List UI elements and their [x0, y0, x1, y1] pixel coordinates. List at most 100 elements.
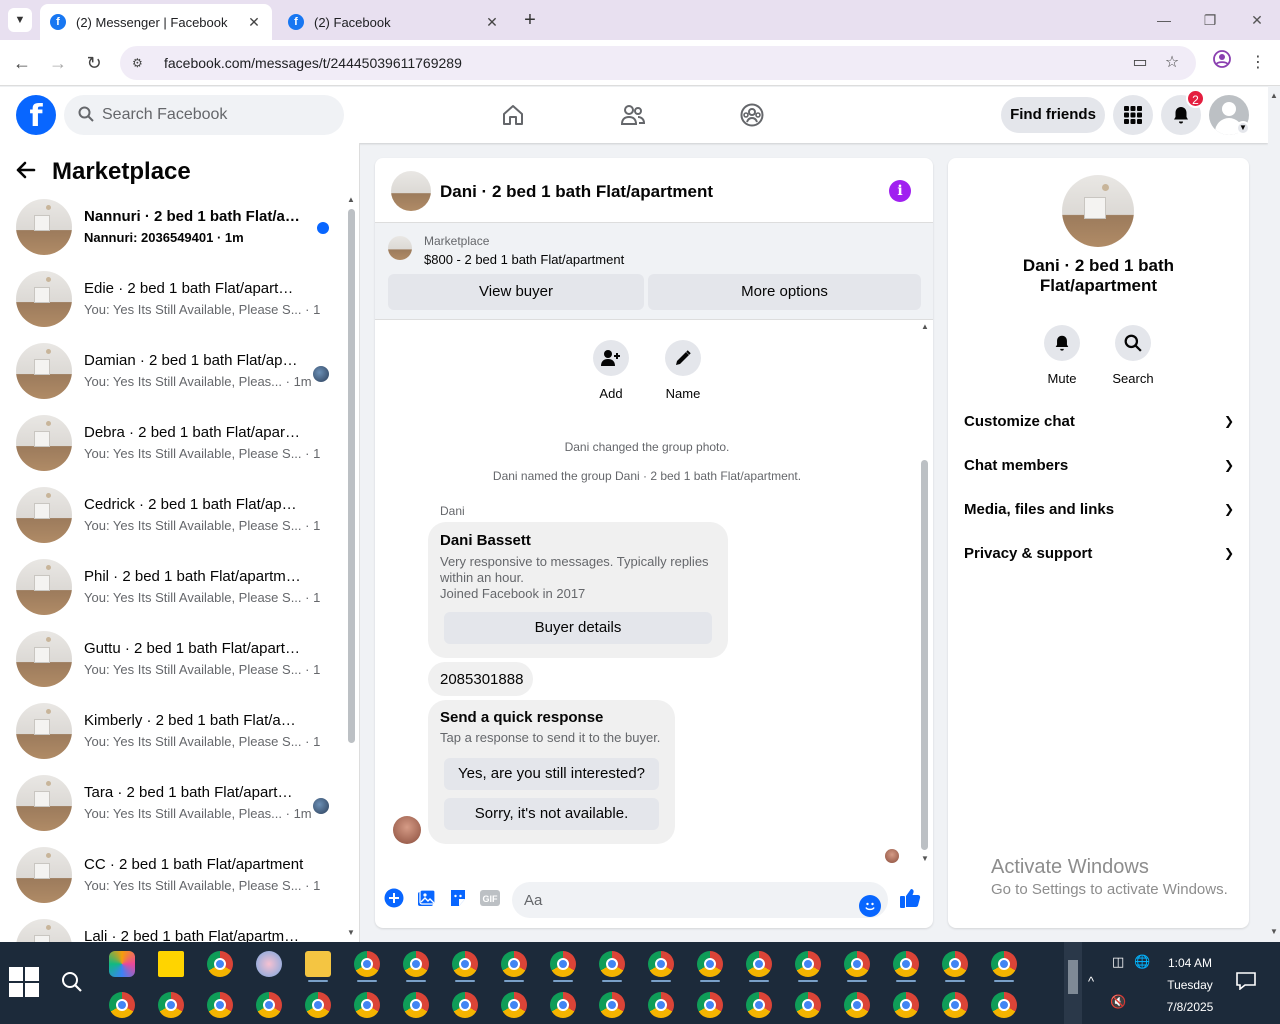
copilot-icon[interactable] — [109, 951, 135, 977]
chrome-icon[interactable] — [893, 992, 919, 1018]
scrollbar-thumb[interactable] — [348, 209, 355, 743]
chrome-icon[interactable] — [550, 951, 576, 977]
find-friends-button[interactable]: Find friends — [1001, 97, 1105, 133]
info-icon[interactable]: i — [889, 180, 911, 202]
conversation-item[interactable]: Nannuri · 2 bed 1 bath Flat/apartment Nan… — [0, 195, 346, 267]
bookmark-star-icon[interactable]: ☆ — [1159, 50, 1185, 76]
search-input[interactable] — [102, 106, 322, 124]
chrome-icon[interactable] — [452, 992, 478, 1018]
plus-circle-icon[interactable] — [382, 886, 406, 910]
sidebar-scrollbar[interactable]: ▲ ▼ — [347, 195, 355, 940]
notification-center-icon[interactable] — [1236, 972, 1258, 992]
sender-avatar[interactable] — [393, 816, 421, 844]
chrome-icon[interactable] — [158, 992, 184, 1018]
chrome-icon[interactable] — [550, 992, 576, 1018]
address-bar[interactable]: ⚙ facebook.com/messages/t/24445039611769… — [120, 46, 1196, 80]
forward-arrow-icon[interactable]: → — [45, 50, 71, 76]
chrome-icon[interactable] — [746, 951, 772, 977]
chrome-icon[interactable] — [942, 951, 968, 977]
paint-icon[interactable] — [256, 951, 282, 977]
name-group-action[interactable]: Name — [653, 340, 713, 401]
facebook-logo-icon[interactable]: f — [16, 95, 56, 135]
chrome-icon[interactable] — [844, 992, 870, 1018]
chrome-icon[interactable] — [452, 951, 478, 977]
sticker-icon[interactable] — [446, 886, 470, 910]
system-clock[interactable]: 1:04 AM Tuesday 7/8/2025 — [1150, 952, 1230, 1018]
chrome-icon[interactable] — [942, 992, 968, 1018]
scroll-up-arrow-icon[interactable]: ▲ — [921, 322, 929, 331]
chrome-icon[interactable] — [893, 951, 919, 977]
taskbar-search-icon[interactable] — [56, 966, 88, 998]
message-input[interactable] — [524, 891, 844, 909]
tray-chevron-up-icon[interactable]: ^ — [1088, 974, 1094, 989]
chat-title[interactable]: Dani · 2 bed 1 bath Flat/apartment — [440, 182, 713, 202]
conversation-item[interactable]: Lali · 2 bed 1 bath Flat/apartment — [0, 915, 346, 942]
group-photo-large[interactable] — [1062, 175, 1134, 247]
chrome-icon[interactable] — [207, 992, 233, 1018]
site-settings-icon[interactable]: ⚙ — [132, 56, 150, 70]
chrome-icon[interactable] — [403, 951, 429, 977]
add-people-action[interactable]: Add — [581, 340, 641, 401]
message-input-box[interactable] — [512, 882, 888, 918]
conversation-item[interactable]: Damian · 2 bed 1 bath Flat/apartment You:… — [0, 339, 346, 411]
chrome-icon[interactable] — [109, 992, 135, 1018]
browser-menu-icon[interactable]: ⋮ — [1245, 50, 1271, 76]
search-action[interactable]: Search — [1103, 325, 1163, 386]
conversation-item[interactable]: Debra · 2 bed 1 bath Flat/apartment You: … — [0, 411, 346, 483]
new-tab-plus-icon[interactable]: + — [518, 8, 542, 32]
scroll-up-arrow-icon[interactable]: ▲ — [347, 195, 355, 204]
scroll-down-arrow-icon[interactable]: ▼ — [921, 854, 929, 863]
privacy-support-section[interactable]: Privacy & support ❯ — [964, 541, 1234, 565]
window-close-icon[interactable]: ✕ — [1245, 8, 1269, 32]
scrollbar-thumb[interactable] — [921, 460, 928, 850]
facebook-search[interactable] — [64, 95, 344, 135]
back-arrow-icon[interactable] — [16, 158, 36, 186]
photo-icon[interactable] — [414, 886, 438, 910]
conversation-item[interactable]: Phil · 2 bed 1 bath Flat/apartment You: Y… — [0, 555, 346, 627]
chrome-icon[interactable] — [599, 951, 625, 977]
chrome-icon[interactable] — [795, 992, 821, 1018]
view-buyer-button[interactable]: View buyer — [388, 274, 644, 310]
chrome-icon[interactable] — [305, 992, 331, 1018]
speaker-muted-icon[interactable]: 🔇 — [1110, 994, 1126, 1010]
quick-response-interested-button[interactable]: Yes, are you still interested? — [444, 758, 659, 790]
tab-search-chevron-icon[interactable]: ▼ — [8, 8, 32, 32]
listing-thumbnail[interactable] — [388, 236, 412, 260]
close-icon[interactable]: ✕ — [484, 14, 500, 31]
chat-scrollbar[interactable]: ▲ ▼ — [919, 320, 931, 868]
close-icon[interactable]: ✕ — [246, 14, 262, 31]
chrome-icon[interactable] — [256, 992, 282, 1018]
scroll-up-arrow-icon[interactable]: ▲ — [1270, 91, 1278, 100]
tray-device-icon[interactable]: ◫ — [1112, 954, 1124, 970]
chrome-icon[interactable] — [501, 992, 527, 1018]
conversation-item[interactable]: Tara · 2 bed 1 bath Flat/apartment You: Y… — [0, 771, 346, 843]
conversation-item[interactable]: Guttu · 2 bed 1 bath Flat/apartment You: … — [0, 627, 346, 699]
chrome-icon[interactable] — [746, 992, 772, 1018]
sticky-notes-icon[interactable] — [158, 951, 184, 977]
emoji-icon[interactable] — [859, 895, 881, 917]
conversation-item[interactable]: Kimberly · 2 bed 1 bath Flat/apartment Yo… — [0, 699, 346, 771]
page-scrollbar[interactable]: ▲ ▼ — [1268, 87, 1280, 942]
customize-chat-section[interactable]: Customize chat ❯ — [964, 409, 1234, 433]
scroll-down-arrow-icon[interactable]: ▼ — [347, 928, 355, 937]
menu-grid-icon[interactable] — [1113, 95, 1153, 135]
profile-icon[interactable] — [1209, 50, 1235, 76]
conversation-item[interactable]: CC · 2 bed 1 bath Flat/apartment You: Yes… — [0, 843, 346, 915]
reload-icon[interactable]: ↻ — [81, 50, 107, 76]
browser-tab-messenger[interactable]: f (2) Messenger | Facebook ✕ — [40, 4, 272, 40]
mute-action[interactable]: Mute — [1032, 325, 1092, 386]
quick-response-not-available-button[interactable]: Sorry, it's not available. — [444, 798, 659, 830]
media-files-links-section[interactable]: Media, files and links ❯ — [964, 497, 1234, 521]
windows-start-icon[interactable] — [8, 966, 40, 998]
chrome-icon[interactable] — [403, 992, 429, 1018]
chrome-icon[interactable] — [991, 992, 1017, 1018]
chrome-icon[interactable] — [354, 992, 380, 1018]
groups-icon[interactable] — [736, 99, 768, 131]
thumbs-up-icon[interactable] — [898, 886, 922, 910]
group-photo[interactable] — [391, 171, 431, 211]
back-arrow-icon[interactable]: ← — [9, 50, 35, 76]
browser-tab-facebook[interactable]: f (2) Facebook ✕ — [278, 4, 510, 40]
chrome-icon[interactable] — [795, 951, 821, 977]
chrome-icon[interactable] — [844, 951, 870, 977]
chrome-icon[interactable] — [697, 992, 723, 1018]
